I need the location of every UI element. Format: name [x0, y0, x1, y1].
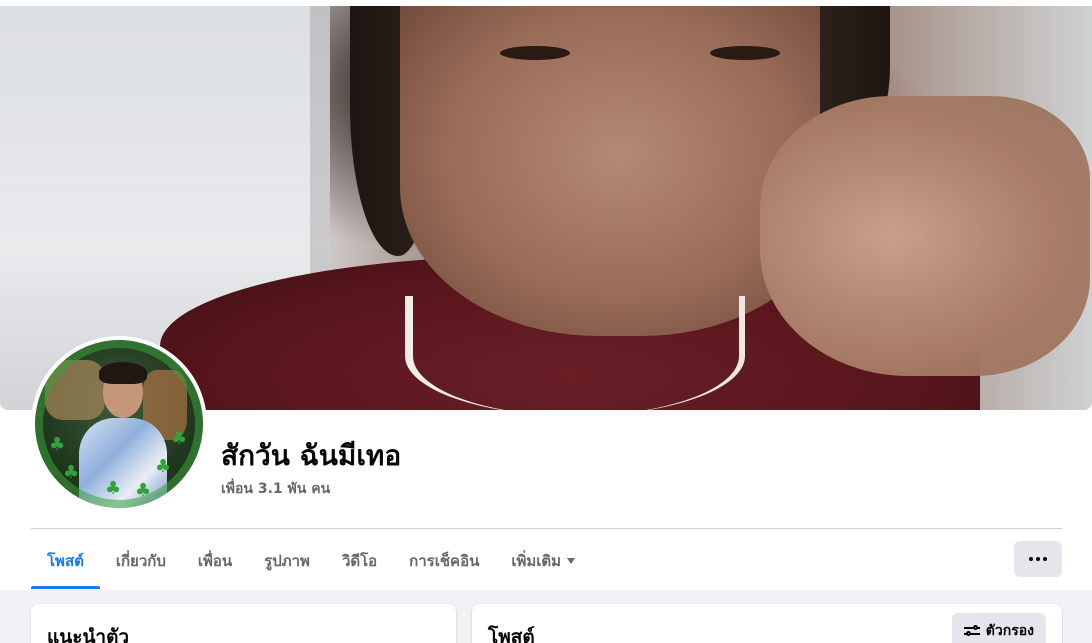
tab-videos[interactable]: วิดีโอ — [326, 533, 393, 589]
filter-sliders-icon — [963, 624, 980, 638]
tab-label: โพสต์ — [47, 552, 84, 570]
cover-eye-right — [710, 46, 780, 60]
posts-card-title: โพสต์ — [488, 626, 535, 643]
cover-hand — [760, 96, 1090, 376]
intro-card: แนะนำตัว — [31, 604, 456, 643]
tab-label: เพิ่มเติม — [511, 552, 562, 570]
tab-about[interactable]: เกี่ยวกับ — [100, 533, 182, 589]
cover-eye-left — [500, 46, 570, 60]
profile-name: สักวัน ฉันมีเทอ — [221, 439, 402, 472]
avatar-frame — [35, 340, 203, 508]
more-horizontal-icon — [1029, 557, 1047, 561]
profile-tab-bar: โพสต์ เกี่ยวกับ เพื่อน รูปภาพ วิดีโอ การ… — [31, 533, 591, 589]
friend-count[interactable]: เพื่อน 3.1 พัน คน — [221, 478, 330, 500]
profile-picture[interactable]: ♣ ♣ ♣ ♣ ♣ ♣ — [31, 336, 207, 512]
tab-label: การเช็คอิน — [409, 552, 480, 570]
tab-check-ins[interactable]: การเช็คอิน — [393, 533, 495, 589]
posts-card: โพสต์ ตัวกรอง — [472, 604, 1062, 643]
caret-down-icon — [567, 558, 576, 564]
intro-card-title: แนะนำตัว — [47, 626, 130, 643]
cover-collar — [405, 296, 745, 410]
tab-posts[interactable]: โพสต์ — [31, 533, 100, 589]
tab-label: วิดีโอ — [341, 552, 378, 570]
header-divider — [31, 528, 1062, 529]
profile-header: ♣ ♣ ♣ ♣ ♣ ♣ สักวัน ฉันมีเทอ เพื่อน 3.1 พ… — [0, 0, 1092, 590]
filter-label: ตัวกรอง — [985, 623, 1034, 639]
tab-label: รูปภาพ — [264, 552, 310, 570]
tab-photos[interactable]: รูปภาพ — [248, 533, 326, 589]
tab-friends[interactable]: เพื่อน — [182, 533, 248, 589]
tab-label: เกี่ยวกับ — [115, 552, 166, 570]
tab-more[interactable]: เพิ่มเติม — [495, 533, 591, 589]
more-options-button[interactable] — [1014, 541, 1062, 577]
avatar: ♣ ♣ ♣ ♣ ♣ ♣ — [35, 340, 203, 508]
filter-button[interactable]: ตัวกรอง — [951, 613, 1046, 643]
tab-label: เพื่อน — [197, 552, 233, 570]
